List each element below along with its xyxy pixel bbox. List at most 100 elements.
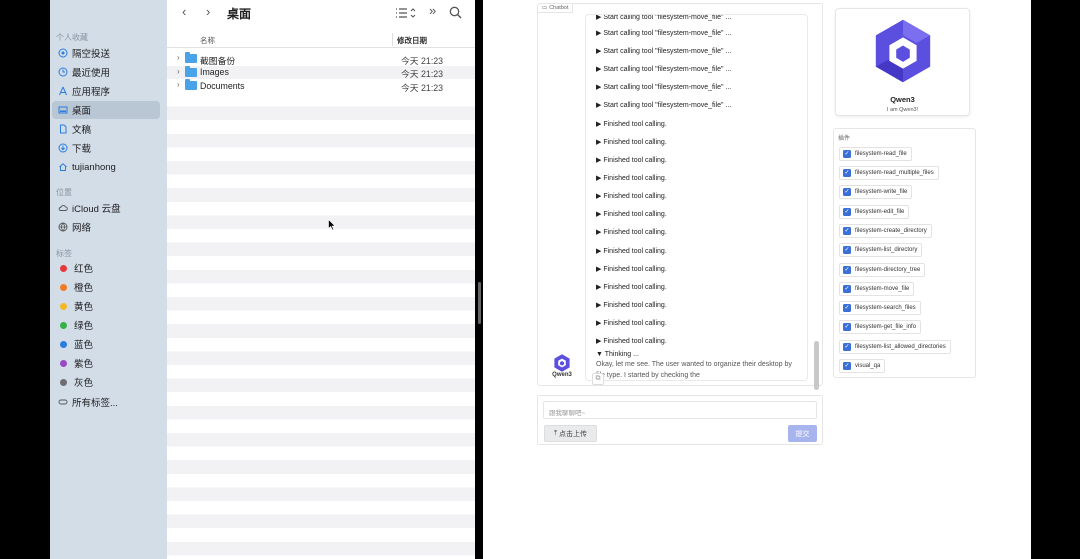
thinking-text: Okay, let me see. The user wanted to org… — [596, 361, 792, 379]
folder-icon — [185, 65, 197, 77]
tool-call-line[interactable]: ▶ Start calling tool "filesystem-move_fi… — [596, 65, 731, 73]
checkbox-checked-icon: ✓ — [843, 150, 851, 158]
sidebar-item-label: iCloud 云盘 — [72, 204, 121, 215]
tool-result-line[interactable]: ▶ Finished tool calling. — [596, 138, 667, 146]
tool-result-line[interactable]: ▶ Finished tool calling. — [596, 337, 667, 345]
copy-icon[interactable]: ⧉ — [592, 373, 604, 385]
tool-result-line[interactable]: ▶ Finished tool calling. — [596, 174, 667, 182]
profile-description: I am Qwen3! — [886, 107, 919, 113]
sidebar-tag-green[interactable]: 绿色 — [52, 316, 160, 334]
folder-icon — [185, 52, 197, 63]
empty-list-area — [167, 93, 475, 559]
chat-scrollbar[interactable] — [814, 341, 819, 390]
tool-result-line[interactable]: ▶ Finished tool calling. — [596, 210, 667, 218]
sidebar-item-label: 隔空投送 — [72, 49, 111, 60]
tool-result-line[interactable]: ▶ Finished tool calling. — [596, 120, 667, 128]
finder-content: ‹ › 桌面 » 名称 修改日期 › 截图备份 今天 21:23 › Image… — [167, 0, 475, 559]
sidebar-item-applications[interactable]: 应用程序 — [52, 82, 160, 100]
column-header: 名称 修改日期 — [167, 31, 475, 48]
sidebar-tag-purple[interactable]: 紫色 — [52, 354, 160, 372]
tag-dot-icon — [60, 378, 67, 386]
chevron-right-icon[interactable]: › — [177, 80, 180, 89]
chatbot-label: ▭ Chatbot — [538, 4, 574, 13]
plugin-checkbox[interactable]: ✓ filesystem-create_directory — [839, 224, 932, 238]
file-date: 今天 21:23 — [401, 55, 444, 66]
thinking-toggle[interactable]: ▼ Thinking ... — [596, 351, 639, 358]
sidebar-item-label: 红色 — [74, 264, 94, 275]
tool-result-line[interactable]: ▶ Finished tool calling. — [596, 265, 667, 273]
file-row[interactable]: › 截图备份 今天 21:23 — [167, 52, 475, 66]
chat-app: ▭ Chatbot Qwen3 ▶ Start calling tool "fi… — [483, 0, 1031, 559]
sidebar-tag-blue[interactable]: 蓝色 — [52, 335, 160, 353]
sidebar-item-label: 桌面 — [72, 106, 92, 117]
sidebar-item-network[interactable]: 网络 — [52, 218, 160, 236]
list-view-icon[interactable] — [395, 7, 417, 22]
cloud-icon — [58, 203, 68, 213]
file-row[interactable]: › Documents 今天 21:23 — [167, 79, 475, 93]
clock-icon — [58, 67, 68, 77]
document-icon — [58, 124, 68, 134]
tool-result-line[interactable]: ▶ Finished tool calling. — [596, 156, 667, 164]
plugins-title: 插件 — [838, 136, 851, 142]
plugin-checkbox[interactable]: ✓ visual_qa — [839, 359, 886, 373]
tool-call-line[interactable]: ▶ Start calling tool "filesystem-move_fi… — [596, 47, 731, 55]
sidebar-item-icloud[interactable]: iCloud 云盘 — [52, 199, 160, 217]
tool-call-line[interactable]: ▶ Start calling tool "filesystem-move_fi… — [596, 83, 731, 91]
file-name: Images — [200, 67, 229, 78]
checkbox-checked-icon: ✓ — [843, 362, 851, 370]
plugin-checkbox[interactable]: ✓ filesystem-read_file — [839, 147, 912, 161]
bot-name: Qwen3 — [552, 372, 572, 378]
plugin-checkbox[interactable]: ✓ filesystem-list_directory — [839, 243, 923, 257]
sidebar-item-label: 文稿 — [72, 125, 92, 136]
sidebar-item-label: 最近使用 — [72, 68, 111, 79]
tool-call-line[interactable]: ▶ Start calling tool "filesystem-move_fi… — [596, 101, 731, 109]
plugin-checkbox[interactable]: ✓ filesystem-directory_tree — [839, 263, 926, 277]
plugin-checkbox[interactable]: ✓ filesystem-write_file — [839, 185, 913, 199]
more-button[interactable]: » — [429, 3, 436, 18]
upload-button[interactable]: ⤒ 点击上传 — [544, 425, 597, 442]
split-view-divider[interactable] — [478, 282, 481, 324]
tool-result-line[interactable]: ▶ Finished tool calling. — [596, 228, 667, 236]
plugin-checkbox[interactable]: ✓ filesystem-list_allowed_directories — [839, 340, 951, 354]
column-name-header[interactable]: 名称 — [200, 35, 215, 46]
checkbox-checked-icon: ✓ — [843, 246, 851, 254]
tool-result-line[interactable]: ▶ Finished tool calling. — [596, 192, 667, 200]
plugin-checkbox[interactable]: ✓ filesystem-read_multiple_files — [839, 166, 939, 180]
file-row[interactable]: › Images 今天 21:23 — [167, 65, 475, 80]
tool-call-line[interactable]: ▶ Start calling tool "filesystem-move_fi… — [596, 29, 731, 37]
sidebar-tag-orange[interactable]: 橙色 — [52, 278, 160, 296]
submit-button[interactable]: 提交 — [788, 425, 817, 442]
plugin-checkbox[interactable]: ✓ filesystem-get_file_info — [839, 320, 922, 334]
sidebar-item-label: 紫色 — [74, 359, 94, 370]
chevron-right-icon[interactable]: › — [177, 53, 180, 62]
search-icon[interactable] — [449, 6, 462, 22]
tool-result-line[interactable]: ▶ Finished tool calling. — [596, 283, 667, 291]
plugin-checkbox[interactable]: ✓ filesystem-search_files — [839, 301, 921, 315]
chatbot-label-text: Chatbot — [549, 5, 569, 11]
chevron-right-icon[interactable]: › — [177, 67, 180, 76]
tool-result-line[interactable]: ▶ Finished tool calling. — [596, 319, 667, 327]
sidebar-item-downloads[interactable]: 下载 — [52, 139, 160, 157]
profile-name: Qwen3 — [890, 95, 915, 104]
sidebar-tag-yellow[interactable]: 黄色 — [52, 297, 160, 315]
sidebar-tag-red[interactable]: 红色 — [52, 259, 160, 277]
chat-input[interactable]: 跟我聊聊吧~ — [543, 401, 817, 419]
sidebar-item-documents[interactable]: 文稿 — [52, 120, 160, 138]
sidebar-tag-all[interactable]: 所有标签... — [52, 393, 160, 411]
sidebar-item-label: 灰色 — [74, 378, 94, 389]
file-date: 今天 21:23 — [401, 82, 444, 93]
forward-button[interactable]: › — [206, 4, 210, 19]
back-button[interactable]: ‹ — [182, 4, 186, 19]
tool-result-line[interactable]: ▶ Finished tool calling. — [596, 301, 667, 309]
sidebar-item-airdrop[interactable]: 隔空投送 — [52, 44, 160, 62]
tool-result-line[interactable]: ▶ Finished tool calling. — [596, 247, 667, 255]
column-date-header[interactable]: 修改日期 — [397, 35, 427, 46]
sidebar-item-label: 下载 — [72, 144, 92, 155]
plugin-checkbox[interactable]: ✓ filesystem-move_file — [839, 282, 915, 296]
sidebar-item-recents[interactable]: 最近使用 — [52, 63, 160, 81]
plugin-checkbox[interactable]: ✓ filesystem-edit_file — [839, 205, 910, 219]
tool-call-line[interactable]: ▶ Start calling tool "filesystem-move_fi… — [596, 15, 731, 21]
sidebar-item-home[interactable]: tujianhong — [52, 158, 160, 176]
sidebar-tag-gray[interactable]: 灰色 — [52, 373, 160, 391]
sidebar-item-desktop[interactable]: 桌面 — [52, 101, 160, 119]
